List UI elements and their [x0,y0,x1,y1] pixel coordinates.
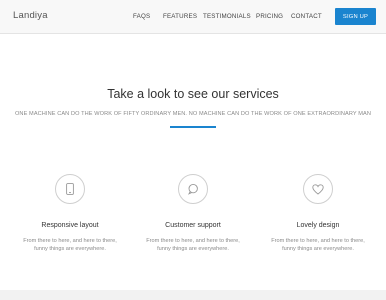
feature-title: Customer support [165,222,221,229]
chat-bubble-icon [178,174,208,204]
feature-lovely-design: Lovely design From there to here, and he… [253,174,383,254]
navbar: Landiya FAQS FEATURES TESTIMONIALS PRICI… [0,0,386,34]
section-title: Take a look to see our services [107,87,279,101]
nav-link-faqs[interactable]: FAQS [133,13,150,20]
feature-title: Lovely design [296,222,340,229]
sign-up-button[interactable]: SIGN UP [335,8,376,25]
nav-link-pricing[interactable]: PRICING [256,13,283,20]
heart-icon [303,174,333,204]
feature-title: Responsive layout [41,222,99,229]
title-accent-divider [170,126,216,128]
nav-link-testimonials[interactable]: TESTIMONIALS [203,13,251,20]
feature-description: From there to here, and here to there, f… [146,238,240,253]
nav-links: FAQS FEATURES TESTIMONIALS PRICING CONTA… [0,13,386,23]
mobile-icon [55,174,85,204]
next-section-band [0,290,386,300]
feature-description: From there to here, and here to there, f… [23,238,117,253]
feature-description: From there to here, and here to there, f… [271,238,365,253]
nav-link-features[interactable]: FEATURES [163,13,197,20]
section-subtitle: ONE MACHINE CAN DO THE WORK OF FIFTY ORD… [14,111,371,117]
nav-link-contact[interactable]: CONTACT [291,13,322,20]
feature-responsive-layout: Responsive layout From there to here, an… [5,174,135,254]
feature-customer-support: Customer support From there to here, and… [128,174,258,254]
